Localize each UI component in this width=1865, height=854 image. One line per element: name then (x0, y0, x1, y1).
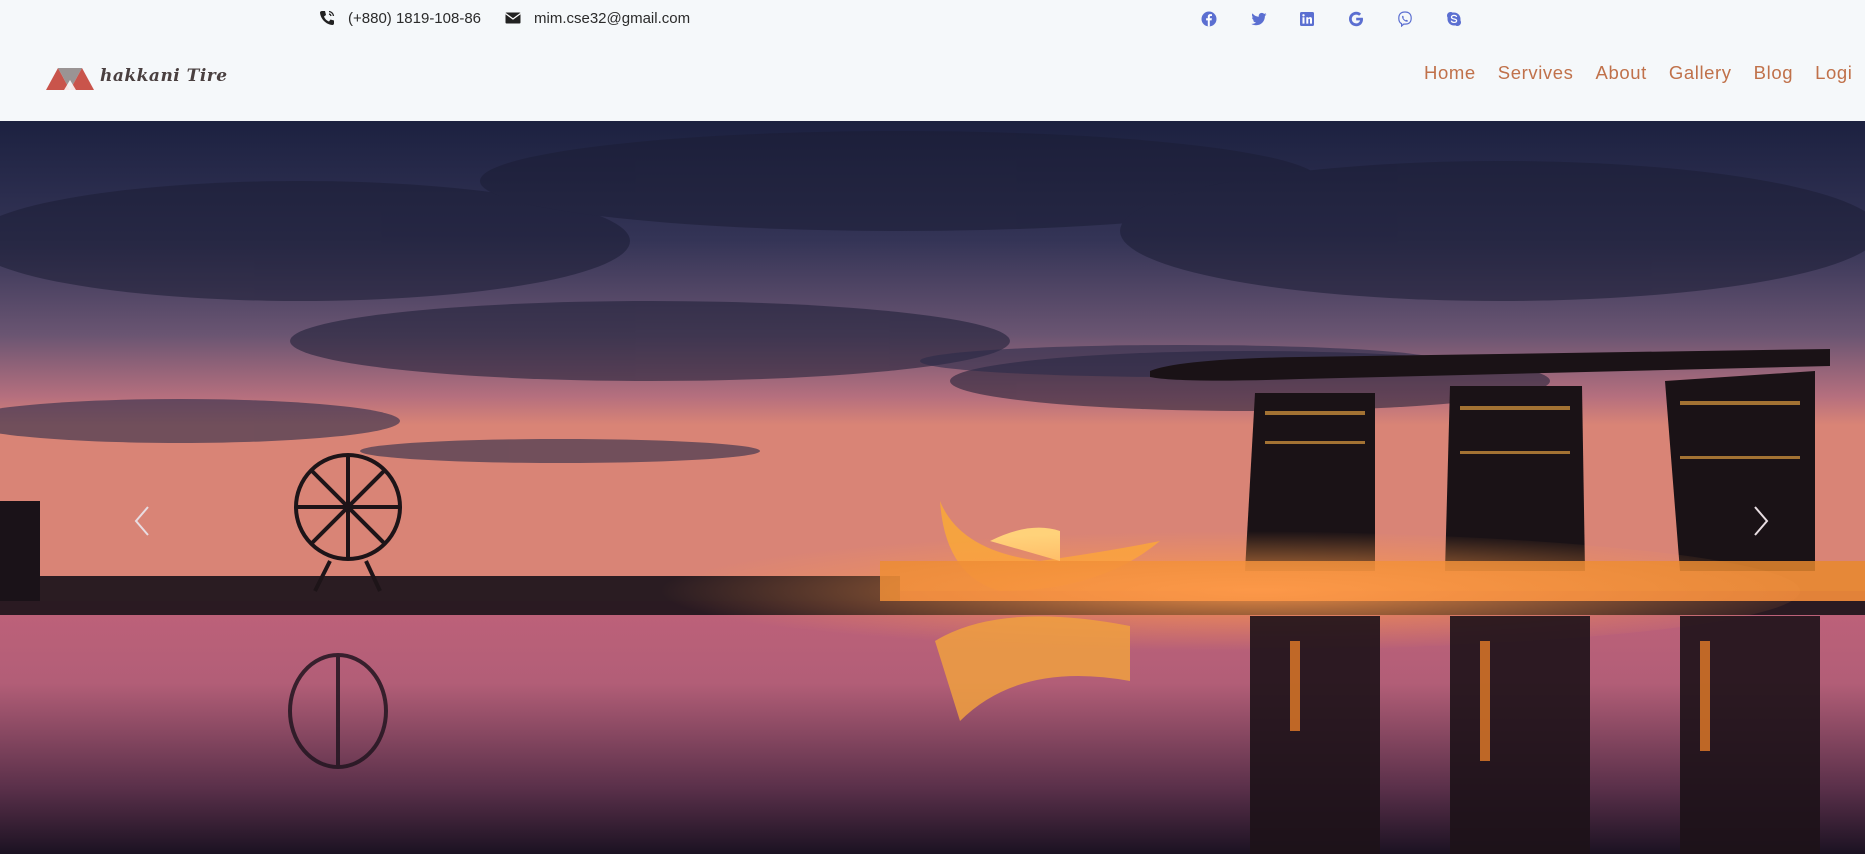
nav-gallery[interactable]: Gallery (1669, 62, 1732, 84)
chevron-right-icon (1754, 506, 1769, 536)
viber-icon (1398, 11, 1412, 27)
skype-icon (1447, 12, 1461, 26)
phone-icon (318, 9, 336, 27)
chevron-left-icon (134, 506, 149, 536)
carousel-prev-button[interactable] (128, 501, 158, 541)
nav-login[interactable]: Logi (1815, 62, 1852, 84)
envelope-icon (504, 9, 522, 27)
carousel-next-button[interactable] (1745, 501, 1775, 541)
nav-home[interactable]: Home (1424, 62, 1476, 84)
hero-slide-image (0, 121, 1865, 854)
nav-services[interactable]: Servives (1498, 62, 1574, 84)
logo-mark-icon (46, 68, 94, 90)
linkedin-link[interactable] (1298, 10, 1316, 28)
viber-link[interactable] (1396, 10, 1414, 28)
site-logo[interactable]: hakkani Tire (44, 60, 228, 92)
email-address: mim.cse32@gmail.com (534, 9, 691, 27)
google-link[interactable] (1347, 10, 1365, 28)
top-contact-bar: (+880) 1819-108-86 mim.cse32@gmail.com (0, 0, 1865, 42)
twitter-icon (1251, 12, 1267, 26)
google-icon (1349, 11, 1363, 27)
facebook-link[interactable] (1200, 10, 1218, 28)
phone-number: (+880) 1819-108-86 (348, 9, 482, 27)
main-nav: Home Servives About Gallery Blog Logi (1424, 62, 1865, 84)
skype-link[interactable] (1445, 10, 1463, 28)
nav-about[interactable]: About (1596, 62, 1647, 84)
email-contact[interactable]: mim.cse32@gmail.com (504, 9, 690, 27)
twitter-link[interactable] (1250, 10, 1268, 28)
logo-text: hakkani Tire (100, 66, 228, 86)
hero-carousel (0, 121, 1865, 854)
phone-contact[interactable]: (+880) 1819-108-86 (318, 9, 481, 27)
linkedin-icon (1300, 12, 1314, 26)
facebook-icon (1201, 11, 1217, 27)
site-header: hakkani Tire Home Servives About Gallery… (0, 42, 1865, 121)
nav-blog[interactable]: Blog (1754, 62, 1793, 84)
